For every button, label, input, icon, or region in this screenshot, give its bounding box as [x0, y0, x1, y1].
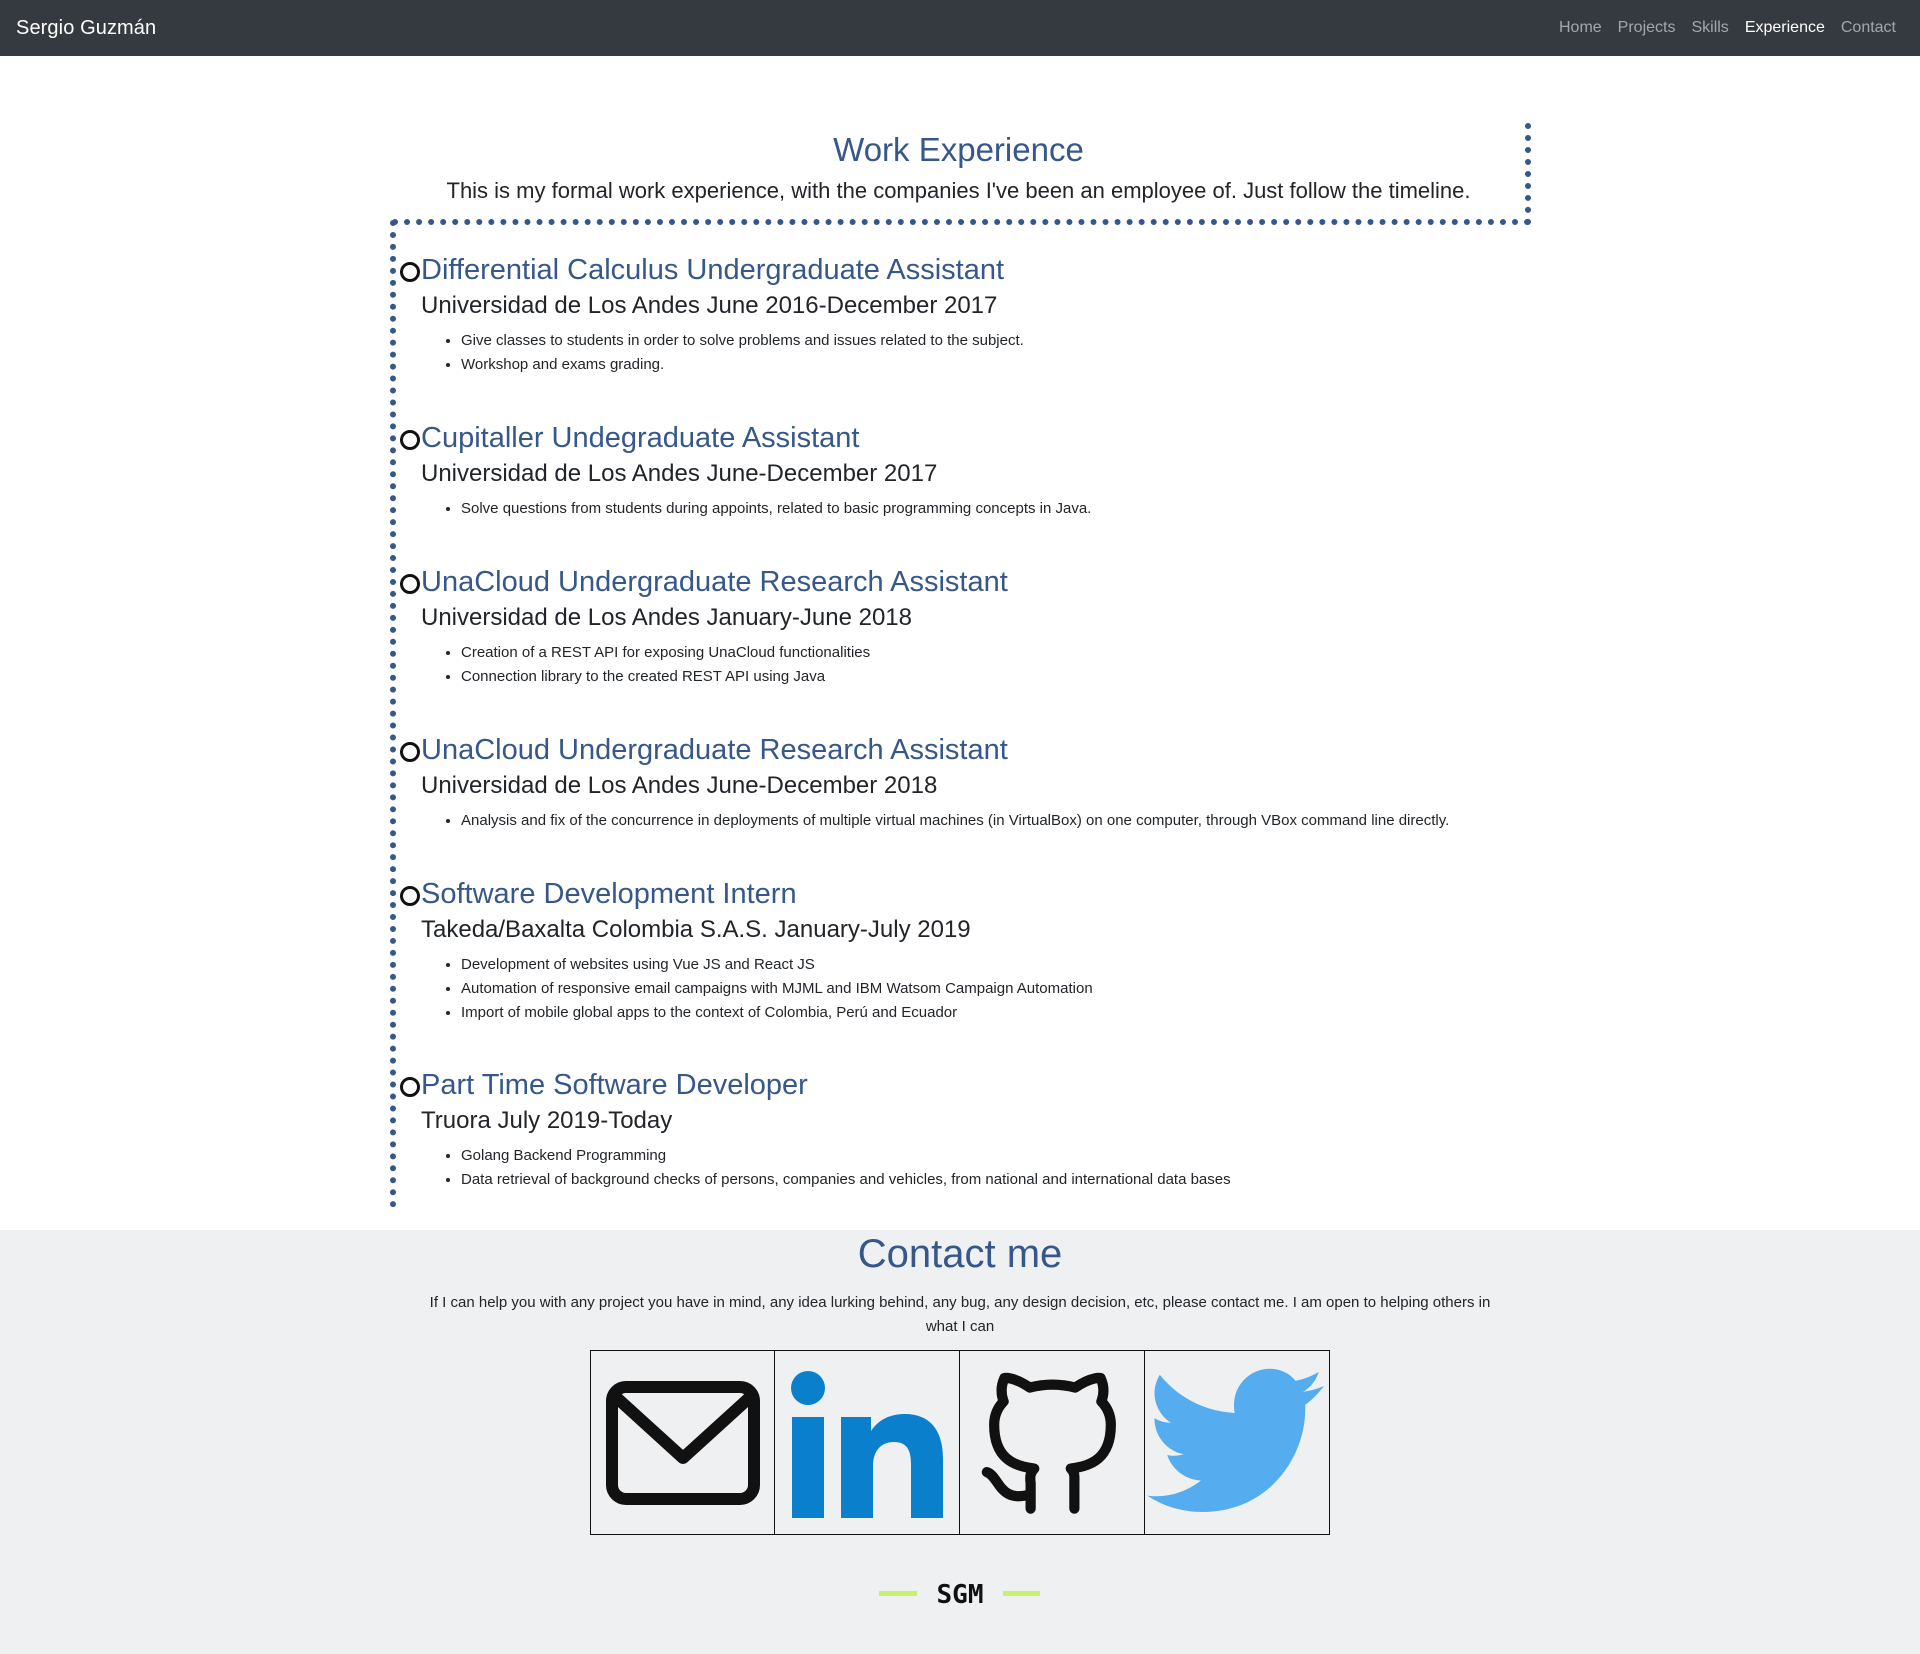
svg-text:SGM: SGM [937, 1580, 984, 1608]
job-tasks: Solve questions from students during app… [461, 497, 1091, 521]
job-task: Data retrieval of background checks of p… [461, 1168, 1231, 1192]
linkedin-icon [791, 1370, 943, 1518]
timeline-marker-icon [400, 262, 420, 282]
navbar: Sergio Guzmán Home Projects Skills Exper… [0, 0, 1920, 56]
job-task: Development of websites using Vue JS and… [461, 953, 1093, 977]
nav-links: Home Projects Skills Experience Contact [1551, 19, 1904, 37]
job-task: Give classes to students in order to sol… [461, 329, 1024, 353]
job-company: Takeda/Baxalta Colombia S.A.S. January-J… [421, 916, 971, 943]
job-task: Solve questions from students during app… [461, 497, 1091, 521]
nav-link-experience[interactable]: Experience [1737, 19, 1833, 37]
timeline-marker-icon [400, 430, 420, 450]
job-task: Automation of responsive email campaigns… [461, 977, 1093, 1001]
experience-header: Work Experience This is my formal work e… [392, 123, 1531, 225]
job-task: Workshop and exams grading. [461, 353, 1024, 377]
contact-title: Contact me [857, 1232, 1063, 1276]
job-title: Software Development Intern [421, 878, 797, 910]
nav-link-contact[interactable]: Contact [1833, 19, 1904, 37]
timeline-marker-icon [400, 742, 420, 762]
nav-link-skills[interactable]: Skills [1683, 19, 1736, 37]
experience-section: Work Experience This is my formal work e… [0, 56, 1920, 1230]
job-tasks: Development of websites using Vue JS and… [461, 953, 1093, 1025]
experience-title: Work Experience [833, 131, 1084, 168]
job-title: Part Time Software Developer [421, 1069, 808, 1101]
email-icon [605, 1380, 760, 1505]
job-tasks: Creation of a REST API for exposing UnaC… [461, 641, 870, 689]
linkedin-link[interactable] [775, 1350, 960, 1535]
job-title: UnaCloud Undergraduate Research Assistan… [421, 566, 1008, 598]
job-company: Universidad de Los Andes January-June 20… [421, 604, 912, 631]
timeline-marker-icon [400, 886, 420, 906]
job-task: Creation of a REST API for exposing UnaC… [461, 641, 870, 665]
contact-text: If I can help you with any project you h… [429, 1294, 1491, 1335]
job-task: Import of mobile global apps to the cont… [461, 1001, 1093, 1025]
job-task: Connection library to the created REST A… [461, 665, 870, 689]
timeline-marker-icon [400, 574, 420, 594]
job-tasks: Golang Backend Programming Data retrieva… [461, 1144, 1231, 1192]
job-title: Cupitaller Undegraduate Assistant [421, 422, 860, 454]
experience-subtitle: This is my formal work experience, with … [446, 178, 1471, 203]
email-link[interactable] [590, 1350, 775, 1535]
job-title: UnaCloud Undergraduate Research Assistan… [421, 734, 1008, 766]
social-links [590, 1350, 1330, 1535]
job-company: Universidad de Los Andes June 2016-Decem… [421, 292, 998, 319]
job-title: Differential Calculus Undergraduate Assi… [421, 254, 1005, 286]
timeline-line [390, 220, 396, 1208]
nav-link-home[interactable]: Home [1551, 19, 1610, 37]
github-link[interactable] [960, 1350, 1145, 1535]
job-company: Universidad de Los Andes June-December 2… [421, 772, 938, 799]
sgm-logo: SGM [879, 1580, 1040, 1608]
nav-link-projects[interactable]: Projects [1610, 19, 1684, 37]
job-company: Universidad de Los Andes June-December 2… [421, 460, 938, 487]
twitter-icon [1147, 1368, 1324, 1512]
job-task: Analysis and fix of the concurrence in d… [461, 809, 1449, 833]
contact-section: Contact me If I can help you with any pr… [0, 1230, 1920, 1654]
job-company: Truora July 2019-Today [421, 1107, 673, 1134]
job-tasks: Analysis and fix of the concurrence in d… [461, 809, 1449, 833]
twitter-link[interactable] [1145, 1350, 1330, 1535]
job-task: Golang Backend Programming [461, 1144, 1231, 1168]
timeline-marker-icon [400, 1077, 420, 1097]
job-tasks: Give classes to students in order to sol… [461, 329, 1024, 377]
github-icon [981, 1372, 1116, 1514]
brand-link[interactable]: Sergio Guzmán [16, 17, 156, 40]
